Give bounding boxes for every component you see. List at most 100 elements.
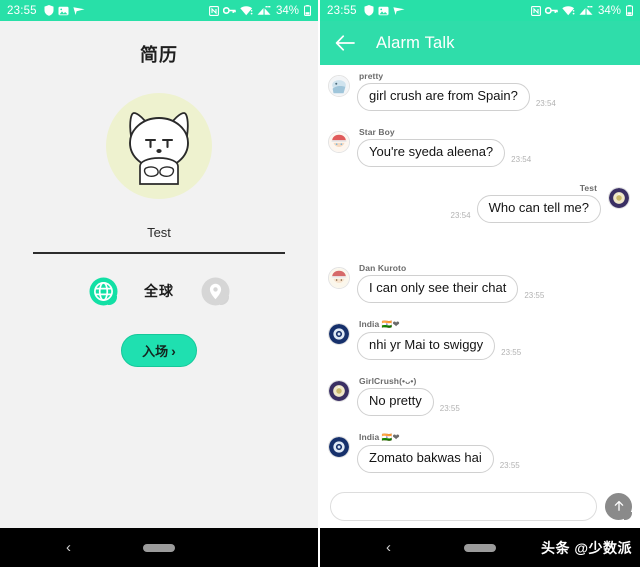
send-button[interactable] (605, 492, 632, 520)
message-time: 23:55 (439, 403, 460, 413)
message-bubble[interactable]: nhi yr Mai to swiggy (357, 331, 496, 360)
avatar-india[interactable] (328, 435, 350, 458)
wifi-icon (240, 5, 253, 16)
message-bubble[interactable]: You're syeda aleena? (357, 138, 506, 167)
chat-title: Alarm Talk (376, 33, 455, 52)
avatar-starboy[interactable] (328, 130, 350, 153)
message-bubble[interactable]: girl crush are from Spain? (357, 83, 530, 111)
nfc-icon (531, 5, 541, 16)
chat-message-column: Test 23:54 Who can tell me? (451, 183, 601, 223)
nav-bar-left: ‹ (0, 528, 318, 567)
status-bar-left: 23:55 34% (0, 0, 318, 21)
nav-home-pill[interactable] (464, 543, 496, 552)
chat-message-list[interactable]: pretty girl crush are from Spain? 23:54 … (320, 65, 640, 484)
chat-message: India 🇮🇳❤ Zomato bakwas hai 23:55 (328, 432, 630, 473)
status-left-icons (44, 5, 85, 16)
message-sender: India 🇮🇳❤ (359, 318, 400, 329)
status-right-icons: 34% (531, 5, 633, 17)
message-spacer-large (328, 227, 630, 263)
chat-message-column: Star Boy You're syeda aleena? 23:54 (357, 127, 531, 167)
message-sender: Star Boy (359, 126, 395, 137)
scope-selector: 全球 (33, 276, 285, 306)
battery-icon (304, 5, 311, 16)
avatar-india[interactable] (328, 322, 350, 345)
message-time: 23:55 (499, 460, 520, 470)
message-bubble-row: I can only see their chat 23:55 (357, 274, 545, 303)
avatar-girlcrush[interactable] (328, 379, 350, 402)
profile-name: Test (147, 225, 171, 240)
chat-message-column: pretty girl crush are from Spain? 23:54 (357, 71, 556, 111)
message-bubble[interactable]: Zomato bakwas hai (357, 444, 494, 473)
nav-back-button[interactable]: ‹ (66, 540, 71, 555)
scope-label: 全球 (144, 283, 174, 299)
message-sender: pretty (359, 71, 384, 81)
nav-back-button[interactable]: ‹ (386, 540, 391, 555)
dual-screenshot: 23:55 34% 简历 Test 全球 入场 › ‹ 23:55 34% Al… (0, 0, 640, 567)
message-composer (320, 484, 640, 528)
message-time: 23:54 (450, 210, 471, 220)
avatar-test[interactable] (608, 186, 630, 209)
signal-icon (579, 5, 593, 16)
battery-icon (626, 5, 633, 16)
status-right-icons: 34% (209, 5, 311, 17)
message-bubble-row: You're syeda aleena? 23:54 (357, 138, 531, 167)
back-arrow-icon[interactable] (332, 30, 358, 56)
gallery-icon (378, 6, 389, 16)
avatar-pretty[interactable] (328, 75, 350, 97)
white-cat-avatar (129, 112, 189, 185)
message-bubble-row: girl crush are from Spain? 23:54 (357, 83, 556, 111)
message-sender: GirlCrush(•ᴗ•) (359, 375, 417, 386)
nav-home-pill[interactable] (143, 543, 175, 552)
chat-message: India 🇮🇳❤ nhi yr Mai to swiggy 23:55 (328, 319, 630, 360)
status-time: 23:55 (7, 4, 37, 17)
shield-icon (44, 5, 54, 16)
message-time: 23:55 (501, 347, 522, 357)
profile-avatar[interactable] (106, 93, 212, 199)
message-bubble-row: Zomato bakwas hai 23:55 (357, 444, 520, 473)
vpn-key-icon (222, 6, 236, 15)
chat-message: Dan Kuroto I can only see their chat 23:… (328, 263, 630, 303)
chat-message-own: Test 23:54 Who can tell me? (328, 183, 630, 223)
battery-percent: 34% (597, 4, 621, 17)
chat-app-bar: Alarm Talk (320, 21, 640, 65)
signal-icon (257, 5, 271, 16)
send-plane-icon (393, 6, 405, 16)
message-time: 23:55 (524, 290, 545, 300)
enter-button[interactable]: 入场 › (121, 334, 197, 367)
vpn-key-icon (544, 6, 558, 15)
message-sender: India 🇮🇳❤ (359, 431, 400, 442)
avatar-dankuroto[interactable] (328, 266, 350, 289)
battery-percent: 34% (275, 4, 299, 17)
message-input[interactable] (330, 491, 597, 521)
profile-divider (33, 252, 285, 254)
profile-panel: 简历 Test 全球 入场 › (0, 21, 318, 528)
chat-message-column: Dan Kuroto I can only see their chat 23:… (357, 263, 544, 303)
location-pin-icon[interactable] (200, 276, 230, 306)
globe-icon[interactable] (88, 276, 118, 306)
message-bubble-row: nhi yr Mai to swiggy 23:55 (357, 331, 522, 360)
message-sender: Dan Kuroto (359, 262, 407, 273)
message-bubble[interactable]: I can only see their chat (357, 274, 519, 303)
message-bubble[interactable]: Who can tell me? (476, 194, 601, 223)
chat-message-column: GirlCrush(•ᴗ•) No pretty 23:55 (357, 376, 460, 416)
message-bubble-row: No pretty 23:55 (357, 387, 460, 416)
wifi-icon (562, 5, 575, 16)
page-title: 简历 (140, 45, 178, 65)
chevron-right-icon: › (171, 342, 176, 359)
chat-message-column: India 🇮🇳❤ nhi yr Mai to swiggy 23:55 (357, 319, 521, 360)
message-bubble-row: 23:54 Who can tell me? (450, 194, 601, 223)
message-bubble[interactable]: No pretty (357, 387, 434, 416)
chat-message-column: India 🇮🇳❤ Zomato bakwas hai 23:55 (357, 432, 520, 473)
send-plane-icon (73, 6, 85, 16)
watermark: 头条 @少数派 (540, 539, 632, 556)
nfc-icon (209, 5, 219, 16)
right-phone-screen: 23:55 34% Alarm Talk pretty girl crush a… (320, 0, 640, 567)
status-bar-right: 23:55 34% (320, 0, 640, 21)
chat-message: Star Boy You're syeda aleena? 23:54 (328, 127, 630, 167)
chat-message: GirlCrush(•ᴗ•) No pretty 23:55 (328, 376, 630, 416)
